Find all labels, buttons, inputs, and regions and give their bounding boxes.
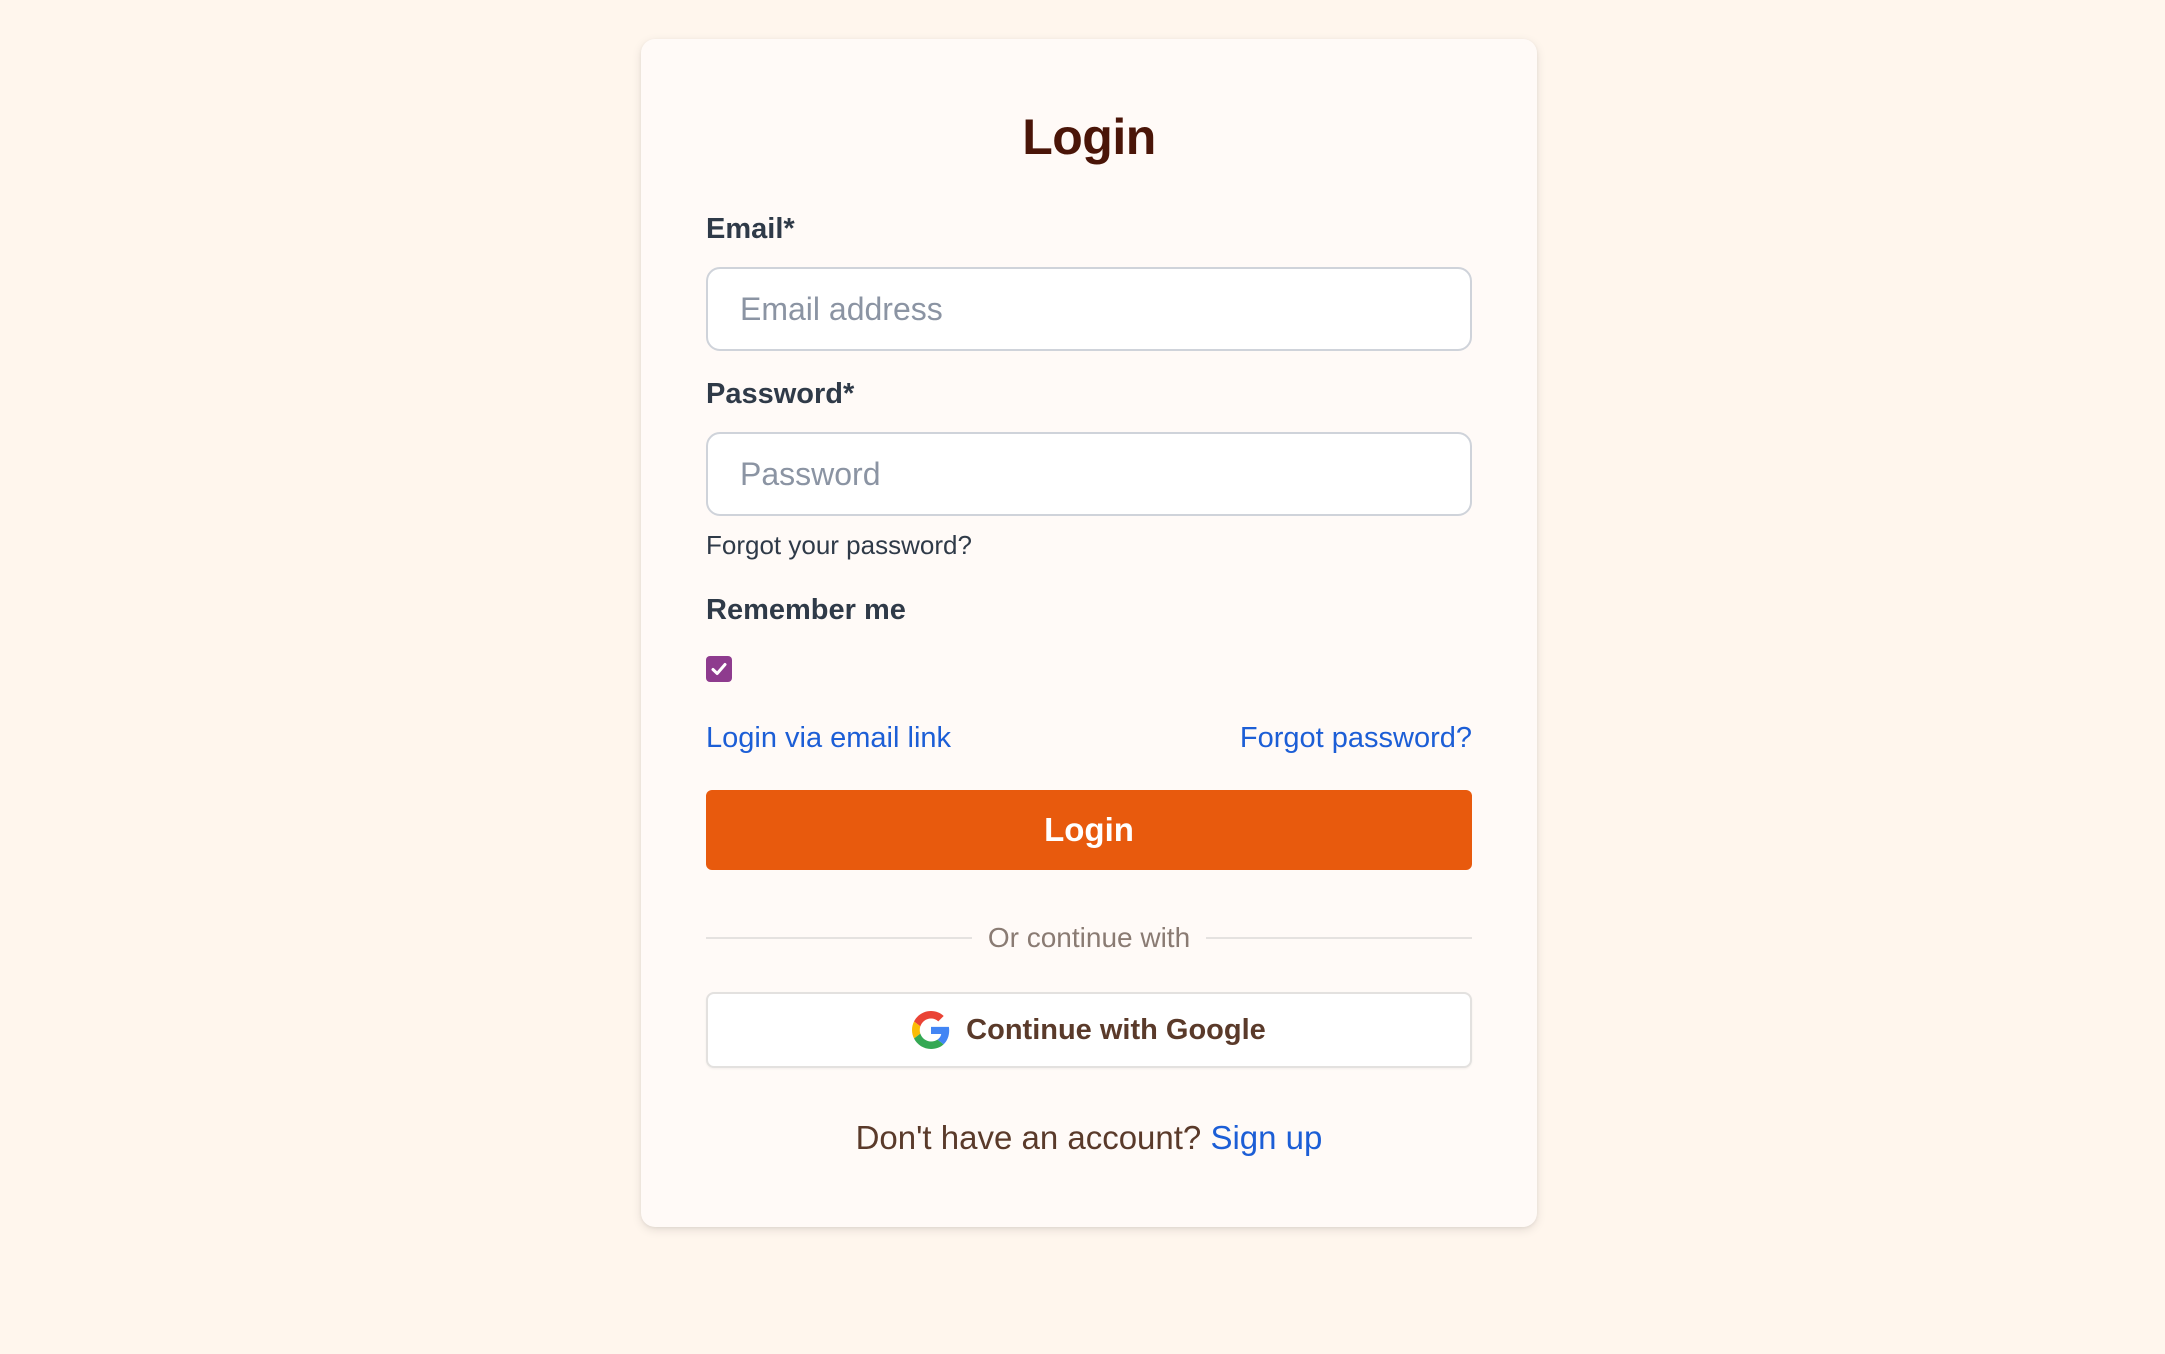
login-button[interactable]: Login [706, 790, 1472, 870]
google-button-label: Continue with Google [966, 1013, 1266, 1046]
checkmark-icon [711, 663, 727, 675]
email-label: Email* [706, 213, 795, 245]
login-card: Login Email* Password* Forgot your passw… [641, 39, 1537, 1227]
email-field[interactable] [706, 267, 1472, 351]
signup-prompt-text: Don't have an account? [855, 1119, 1202, 1156]
or-continue-divider: Or continue with [706, 920, 1473, 956]
divider-line-right [1206, 937, 1473, 939]
sign-up-link[interactable]: Sign up [1210, 1119, 1322, 1156]
remember-me-label: Remember me [706, 594, 906, 626]
divider-line-left [706, 937, 972, 939]
password-label: Password* [706, 378, 855, 410]
forgot-password-link[interactable]: Forgot password? [1240, 720, 1472, 756]
page-title: Login [1022, 109, 1156, 165]
google-g-icon [912, 1011, 950, 1049]
auth-links-row: Login via email link Forgot password? [706, 720, 1472, 756]
continue-with-google-button[interactable]: Continue with Google [706, 992, 1472, 1068]
divider-text: Or continue with [987, 922, 1191, 953]
password-field[interactable] [706, 432, 1472, 516]
remember-me-checkbox[interactable] [706, 656, 732, 682]
login-via-email-link[interactable]: Login via email link [706, 720, 951, 756]
signup-prompt-row: Don't have an account? Sign up [706, 1118, 1472, 1158]
forgot-your-password-link[interactable]: Forgot your password? [706, 528, 1472, 562]
